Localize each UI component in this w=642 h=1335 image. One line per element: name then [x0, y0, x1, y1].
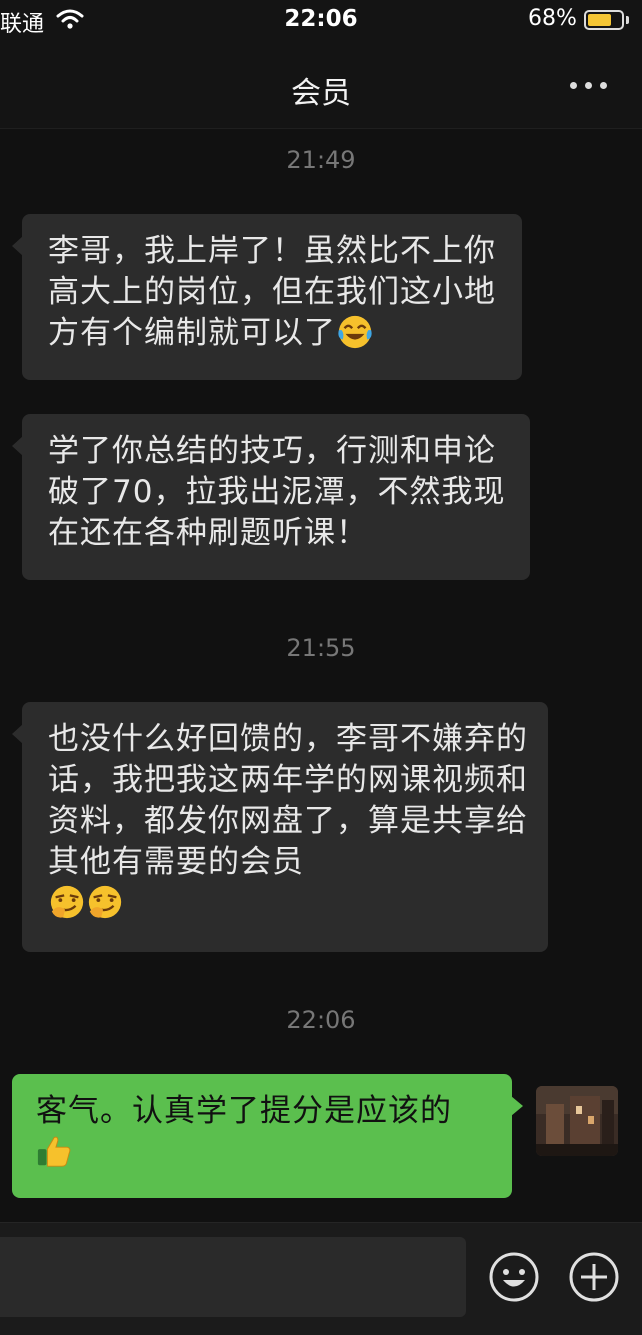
message-bubble-incoming[interactable]: 也没什么好回馈的，李哥不嫌弃的话，我把我这两年学的网课视频和资料，都发你网盘了，…	[12, 702, 548, 952]
message-bubble-outgoing[interactable]: 客气。认真学了提分是应该的	[12, 1074, 523, 1198]
thumbs-up-emoji	[37, 1136, 71, 1167]
timestamp: 21:49	[286, 146, 356, 174]
message-text: 学了你总结的技巧，行测和申论破了70，拉我出泥潭，不然我现在还在各种刷题听课！	[48, 433, 506, 551]
smirk-emoji	[50, 885, 84, 919]
message-text: 也没什么好回馈的，李哥不嫌弃的话，我把我这两年学的网课视频和资料，都发你网盘了，…	[48, 721, 528, 880]
battery-icon	[584, 10, 624, 30]
emoji-icon[interactable]	[488, 1251, 540, 1303]
more-dots-icon[interactable]	[566, 72, 610, 96]
battery-nub	[626, 16, 629, 24]
avatar-image	[536, 1086, 618, 1156]
laugh-cry-emoji	[338, 315, 372, 349]
input-bar	[0, 1222, 642, 1335]
smirk-emoji	[88, 885, 122, 919]
message-text: 客气。认真学了提分是应该的	[36, 1093, 452, 1129]
message-bubble-incoming[interactable]: 学了你总结的技巧，行测和申论破了70，拉我出泥潭，不然我现在还在各种刷题听课！	[12, 414, 530, 580]
message-text: 李哥，我上岸了！虽然比不上你高大上的岗位，但在我们这小地方有个编制就可以了	[48, 233, 496, 351]
message-bubble-incoming[interactable]: 李哥，我上岸了！虽然比不上你高大上的岗位，但在我们这小地方有个编制就可以了	[12, 214, 522, 380]
status-bar: 联通 22:06 68%	[0, 0, 642, 44]
chat-header: 会员	[0, 44, 642, 129]
avatar[interactable]	[536, 1086, 618, 1156]
timestamp: 21:55	[286, 634, 356, 662]
plus-icon[interactable]	[568, 1251, 620, 1303]
chat-title: 会员	[291, 76, 351, 111]
message-input[interactable]	[0, 1237, 466, 1317]
battery-percentage: 68%	[528, 6, 577, 31]
timestamp: 22:06	[286, 1006, 356, 1034]
